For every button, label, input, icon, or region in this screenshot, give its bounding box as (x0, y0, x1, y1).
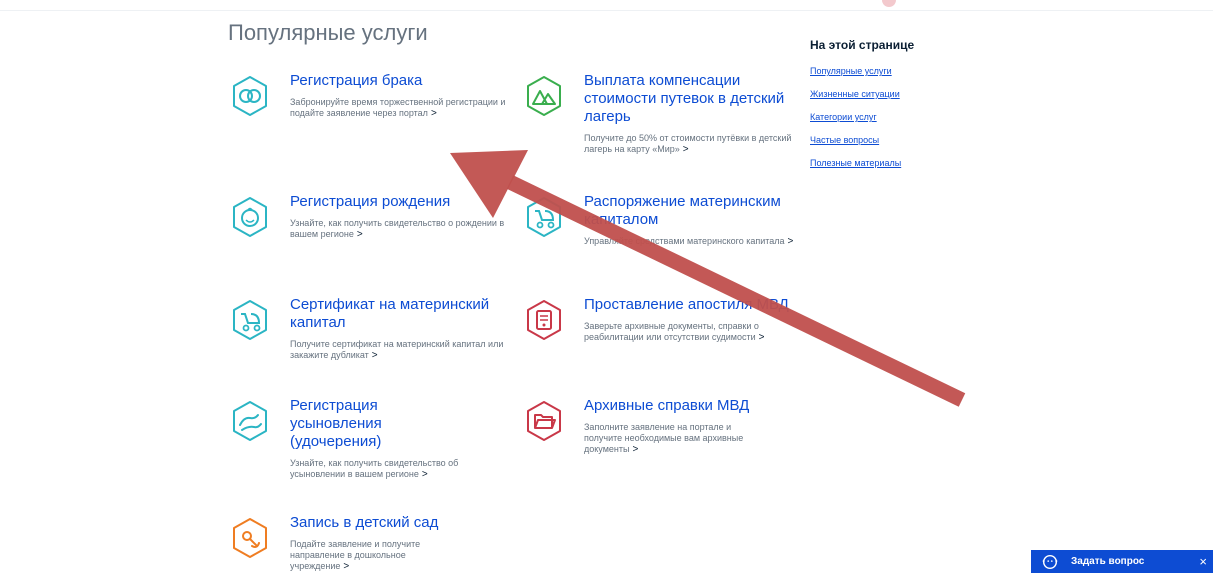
nav-link-useful-materials[interactable]: Полезные материалы (810, 158, 980, 168)
chevron-right-icon: > (421, 469, 428, 480)
service-maternity-certificate[interactable]: Сертификат на материнский капитал Получи… (233, 296, 510, 361)
service-title[interactable]: Выплата компенсации стоимости путевок в … (584, 72, 804, 126)
folder-icon (527, 401, 561, 441)
section-title: Популярные услуги (228, 20, 428, 45)
service-title[interactable]: Запись в детский сад (290, 514, 510, 532)
service-title[interactable]: Распоряжение материнским капиталом (584, 193, 804, 229)
header-divider (0, 10, 1213, 11)
service-birth-registration[interactable]: Регистрация рождения Узнайте, как получи… (233, 193, 510, 240)
service-desc: Получите до 50% от стоимости путёвки в д… (584, 133, 792, 155)
chevron-right-icon: > (371, 350, 378, 361)
service-title[interactable]: Сертификат на материнский капитал (290, 296, 510, 332)
service-desc: Управляйте средствами материнского капит… (584, 236, 794, 247)
service-title[interactable]: Регистрация усыновления (удочерения) (290, 397, 440, 451)
service-desc: Заверьте архивные документы, справки о р… (584, 321, 765, 343)
chevron-right-icon: > (787, 236, 794, 247)
chevron-right-icon: > (682, 144, 689, 155)
camp-tents-icon (527, 76, 561, 116)
stroller-icon (233, 300, 267, 340)
service-title[interactable]: Проставление апостиля МВД (584, 296, 804, 314)
service-title[interactable]: Архивные справки МВД (584, 397, 804, 415)
nav-link-life-situations[interactable]: Жизненные ситуации (810, 89, 980, 99)
service-desc: Подайте заявление и получите направление… (290, 539, 421, 572)
service-desc: Заполните заявление на портале и получит… (584, 422, 744, 455)
chevron-right-icon: > (356, 229, 363, 240)
service-title[interactable]: Регистрация рождения (290, 193, 510, 211)
ask-question-button[interactable]: Задать вопрос × (1031, 550, 1213, 573)
service-apostille[interactable]: Проставление апостиля МВД Заверьте архив… (527, 296, 804, 343)
pacifier-icon (233, 518, 267, 558)
chevron-right-icon: > (758, 332, 765, 343)
service-marriage[interactable]: Регистрация брака Забронируйте время тор… (233, 72, 510, 119)
nav-link-faq[interactable]: Частые вопросы (810, 135, 980, 145)
hands-icon (233, 401, 267, 441)
ask-question-label: Задать вопрос (1071, 556, 1145, 567)
support-agent-icon (1042, 554, 1058, 569)
close-icon[interactable]: × (1199, 554, 1207, 569)
header-avatar-edge (882, 0, 896, 7)
rings-icon (233, 76, 267, 116)
service-adoption-registration[interactable]: Регистрация усыновления (удочерения) Узн… (233, 397, 510, 480)
on-this-page-heading: На этой странице (810, 38, 915, 52)
service-kindergarten[interactable]: Запись в детский сад Подайте заявление и… (233, 514, 510, 572)
nav-link-service-categories[interactable]: Категории услуг (810, 112, 980, 122)
stroller-icon (527, 197, 561, 237)
service-desc: Забронируйте время торжественной регистр… (290, 97, 506, 119)
service-title[interactable]: Регистрация брака (290, 72, 510, 90)
baby-face-icon (233, 197, 267, 237)
on-this-page-nav: На этой странице Популярные услуги Жизне… (810, 38, 980, 181)
service-camp-compensation[interactable]: Выплата компенсации стоимости путевок в … (527, 72, 804, 155)
service-desc: Узнайте, как получить свидетельство о ро… (290, 218, 505, 240)
service-desc: Получите сертификат на материнский капит… (290, 339, 504, 361)
service-maternity-capital-disposal[interactable]: Распоряжение материнским капиталом Управ… (527, 193, 804, 247)
service-desc: Узнайте, как получить свидетельство об у… (290, 458, 459, 480)
chevron-right-icon: > (632, 444, 639, 455)
nav-link-popular-services[interactable]: Популярные услуги (810, 66, 980, 76)
service-archive-certificates[interactable]: Архивные справки МВД Заполните заявление… (527, 397, 804, 455)
chevron-right-icon: > (343, 561, 350, 572)
chevron-right-icon: > (430, 108, 437, 119)
document-icon (527, 300, 561, 340)
